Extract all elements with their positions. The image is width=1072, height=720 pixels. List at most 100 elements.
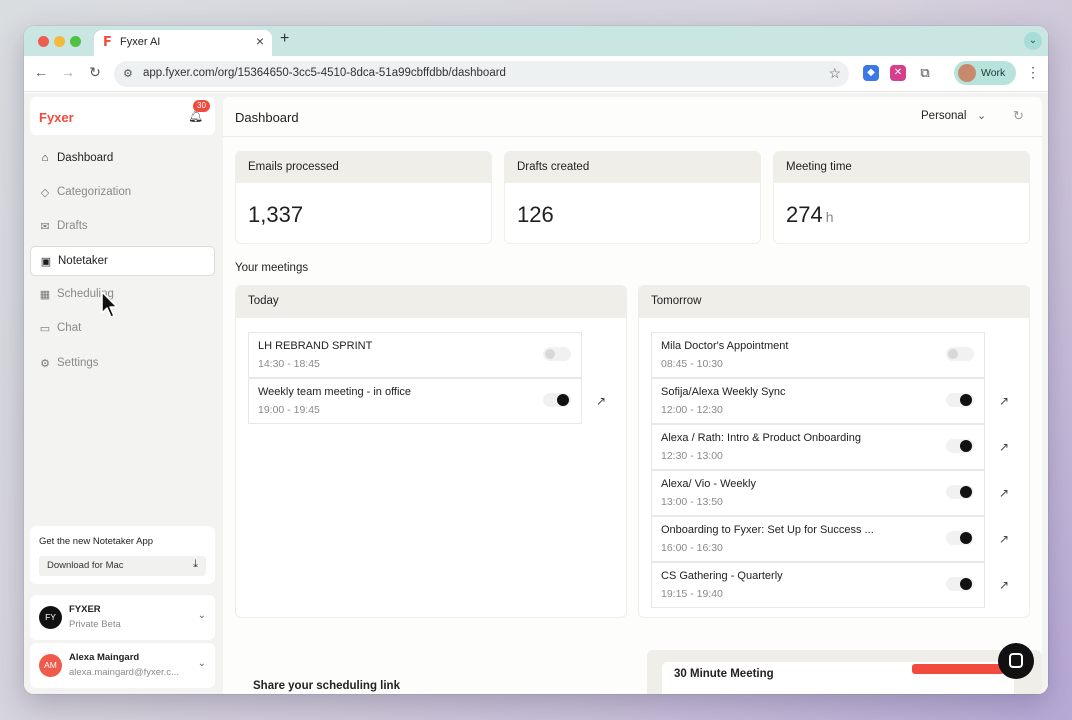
home-icon: ⌂ xyxy=(41,152,49,164)
sidebar-item-label: Dashboard xyxy=(57,152,114,164)
download-for-mac-button[interactable]: Download for Mac ⤓ xyxy=(39,556,206,576)
sidebar-item-scheduling[interactable]: ▦ Scheduling xyxy=(30,280,215,310)
stat-label: Drafts created xyxy=(517,161,590,173)
meeting-row[interactable]: Sofija/Alexa Weekly Sync 12:00 - 12:30 xyxy=(651,378,985,424)
open-external-icon[interactable]: ↗ xyxy=(999,394,1009,408)
sidebar: Fyxer 🔔︎ 30 ⌂ Dashboard ◇ Categorization… xyxy=(24,93,222,694)
back-icon[interactable]: ← xyxy=(32,64,50,80)
extension-icon[interactable]: ✕ xyxy=(890,65,906,81)
sidebar-item-notetaker[interactable]: ▣ Notetaker xyxy=(30,246,215,276)
open-external-icon[interactable]: ↗ xyxy=(999,578,1009,592)
site-settings-icon[interactable]: ⚙ xyxy=(123,67,133,80)
close-window-button[interactable] xyxy=(38,36,49,47)
stat-number: 274 xyxy=(786,202,823,227)
meeting-time: 14:30 - 18:45 xyxy=(258,358,320,370)
meeting-row[interactable]: LH REBRAND SPRINT 14:30 - 18:45 xyxy=(248,332,582,378)
stat-value: 126 xyxy=(517,202,554,228)
bookmark-star-icon[interactable]: ☆ xyxy=(828,65,841,82)
page-title: Dashboard xyxy=(235,110,299,125)
user-menu[interactable]: AM Alexa Maingard alexa.maingard@fyxer.c… xyxy=(30,643,215,688)
notetaker-toggle[interactable] xyxy=(946,577,974,591)
org-switcher[interactable]: FY FYXER Private Beta ⌄ xyxy=(30,595,215,640)
chevron-down-icon: ⌄ xyxy=(197,658,206,669)
meeting-time: 12:00 - 12:30 xyxy=(661,404,723,416)
meeting-row[interactable]: CS Gathering - Quarterly 19:15 - 19:40 xyxy=(651,562,985,608)
fyxer-logo[interactable]: Fyxer xyxy=(39,110,74,125)
sidebar-item-categorization[interactable]: ◇ Categorization xyxy=(30,178,215,208)
sidebar-item-chat[interactable]: ▭ Chat xyxy=(30,314,215,344)
meeting-row[interactable]: Alexa / Rath: Intro & Product Onboarding… xyxy=(651,424,985,470)
open-external-icon[interactable]: ↗ xyxy=(999,486,1009,500)
forward-icon[interactable]: → xyxy=(59,64,77,80)
tab-title: Fyxer AI xyxy=(120,36,161,48)
meeting-type-card[interactable]: 30 Minute Meeting xyxy=(662,662,1014,694)
browser-tab[interactable]: F Fyxer AI × xyxy=(94,30,272,56)
fyxer-favicon-icon: F xyxy=(103,35,112,50)
meeting-time: 19:15 - 19:40 xyxy=(661,588,723,600)
sidebar-item-label: Categorization xyxy=(57,186,132,198)
stat-unit: h xyxy=(825,209,834,225)
maximize-window-button[interactable] xyxy=(70,36,81,47)
open-external-icon[interactable]: ↗ xyxy=(999,532,1009,546)
chevron-down-icon[interactable]: ⌄ xyxy=(977,109,986,122)
notetaker-toggle[interactable] xyxy=(946,531,974,545)
sidebar-item-settings[interactable]: ⚙ Settings xyxy=(30,349,215,379)
reload-icon[interactable]: ↻ xyxy=(86,64,104,81)
today-meetings-panel: Today LH REBRAND SPRINT 14:30 - 18:45 Week… xyxy=(235,285,627,618)
stat-card-meeting-time: Meeting time 274 h xyxy=(773,151,1030,244)
copy-link-button[interactable] xyxy=(912,664,1004,674)
meeting-row[interactable]: Onboarding to Fyxer: Set Up for Success … xyxy=(651,516,985,562)
notetaker-toggle[interactable] xyxy=(543,393,571,407)
tab-search-icon[interactable]: ⌄ xyxy=(1024,32,1042,50)
meeting-title: CS Gathering - Quarterly xyxy=(661,570,783,582)
org-subtitle: Private Beta xyxy=(69,619,121,630)
new-tab-button[interactable]: + xyxy=(280,30,289,48)
sidebar-item-label: Notetaker xyxy=(58,255,108,267)
open-external-icon[interactable]: ↗ xyxy=(999,440,1009,454)
stat-card-drafts-created: Drafts created 126 xyxy=(504,151,761,244)
mail-icon: ✉ xyxy=(40,221,50,233)
panel-title: Tomorrow xyxy=(651,295,702,307)
meeting-time: 08:45 - 10:30 xyxy=(661,358,723,370)
notetaker-toggle[interactable] xyxy=(946,347,974,361)
promo-title: Get the new Notetaker App xyxy=(39,536,154,547)
tab-close-icon[interactable]: × xyxy=(256,33,264,49)
stat-card-emails-processed: Emails processed 1,337 xyxy=(235,151,492,244)
chevron-down-icon: ⌄ xyxy=(197,610,206,621)
meeting-time: 12:30 - 13:00 xyxy=(661,450,723,462)
download-button-label: Download for Mac xyxy=(47,560,124,571)
toggle-knob xyxy=(545,349,555,359)
toggle-knob xyxy=(960,440,972,452)
notetaker-toggle[interactable] xyxy=(543,347,571,361)
menu-icon[interactable]: ⋮ xyxy=(1026,64,1040,81)
extension-icon[interactable]: ◆ xyxy=(863,65,879,81)
refresh-icon[interactable]: ↻ xyxy=(1013,108,1024,124)
meeting-row[interactable]: Alexa/ Vio - Weekly 13:00 - 13:50 xyxy=(651,470,985,516)
sidebar-item-drafts[interactable]: ✉ Drafts xyxy=(30,212,215,242)
app: Fyxer 🔔︎ 30 ⌂ Dashboard ◇ Categorization… xyxy=(24,93,1048,694)
calendar-icon: ▦ xyxy=(39,289,51,301)
address-bar[interactable]: ⚙ app.fyxer.com/org/15364650-3cc5-4510-8… xyxy=(114,61,849,87)
stat-value: 274 h xyxy=(786,202,834,228)
toggle-knob xyxy=(960,394,972,406)
user-email: alexa.maingard@fyxer.c... xyxy=(69,667,179,678)
support-chat-button[interactable] xyxy=(998,643,1034,679)
toggle-knob xyxy=(948,349,958,359)
view-selector[interactable]: Personal xyxy=(921,110,966,122)
toggle-knob xyxy=(960,532,972,544)
stat-value: 1,337 xyxy=(248,202,303,228)
minimize-window-button[interactable] xyxy=(54,36,65,47)
notetaker-toggle[interactable] xyxy=(946,439,974,453)
extensions-icon[interactable]: ⧉ xyxy=(917,65,933,81)
panel-header: Tomorrow xyxy=(639,286,1029,318)
browser-window: F Fyxer AI × + ⌄ ← → ↻ ⚙ app.fyxer.com/o… xyxy=(24,26,1048,694)
meeting-row[interactable]: Weekly team meeting - in office 19:00 - 1… xyxy=(248,378,582,424)
sidebar-header: Fyxer 🔔︎ 30 xyxy=(30,97,215,135)
sidebar-item-dashboard[interactable]: ⌂ Dashboard xyxy=(30,144,215,174)
open-external-icon[interactable]: ↗ xyxy=(596,394,606,408)
profile-button[interactable]: Work xyxy=(954,61,1016,85)
notetaker-toggle[interactable] xyxy=(946,393,974,407)
meeting-row[interactable]: Mila Doctor's Appointment 08:45 - 10:30 xyxy=(651,332,985,378)
meeting-title: Sofija/Alexa Weekly Sync xyxy=(661,386,786,398)
notetaker-toggle[interactable] xyxy=(946,485,974,499)
